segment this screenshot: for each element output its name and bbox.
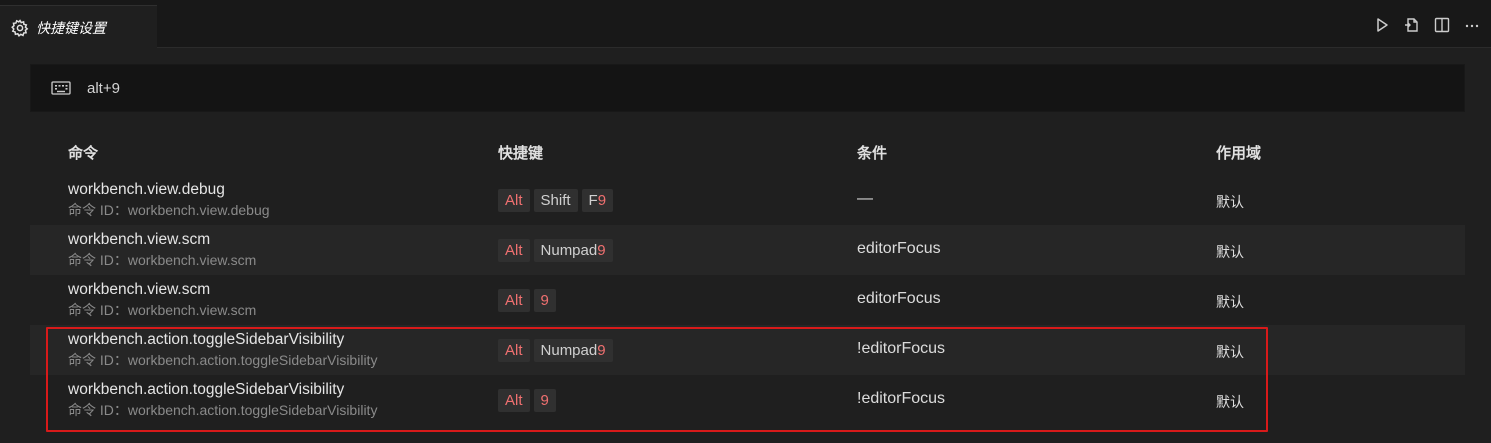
- command-cell: workbench.action.toggleSidebarVisibility…: [68, 380, 377, 420]
- column-header-keybinding[interactable]: 快捷键: [498, 142, 543, 163]
- more-icon[interactable]: [1461, 14, 1483, 36]
- tab-bar: 快捷键设置: [0, 0, 1491, 49]
- command-name: workbench.action.toggleSidebarVisibility: [68, 381, 345, 398]
- run-icon[interactable]: [1371, 14, 1393, 36]
- source-cell: 默认: [1216, 394, 1244, 410]
- command-id: 命令 ID：workbench.action.toggleSidebarVisi…: [68, 402, 378, 418]
- key-label: Alt: [498, 239, 530, 262]
- key-label: 9: [533, 389, 556, 412]
- command-id: 命令 ID：workbench.action.toggleSidebarVisi…: [68, 352, 378, 368]
- search-input[interactable]: [87, 79, 1387, 97]
- command-name: workbench.view.scm: [68, 231, 211, 248]
- table-row[interactable]: workbench.action.toggleSidebarVisibility…: [30, 375, 1465, 425]
- command-name: workbench.action.toggleSidebarVisibility: [68, 331, 345, 348]
- key-label: F9: [581, 189, 614, 212]
- keyboard-icon: [51, 80, 71, 96]
- command-id: 命令 ID：workbench.view.debug: [68, 202, 270, 218]
- table-header: 命令 快捷键 条件 作用域: [30, 130, 1465, 174]
- column-header-when[interactable]: 条件: [857, 142, 887, 163]
- keybinding-cell: Alt 9: [498, 389, 556, 412]
- command-cell: workbench.view.scm 命令 ID：workbench.view.s…: [68, 230, 256, 270]
- command-id: 命令 ID：workbench.view.scm: [68, 302, 257, 318]
- table-row[interactable]: workbench.view.debug 命令 ID：workbench.view…: [30, 175, 1465, 225]
- when-cell: editorFocus: [857, 290, 941, 307]
- key-label: Numpad9: [533, 339, 613, 362]
- table-row[interactable]: workbench.view.scm 命令 ID：workbench.view.s…: [30, 275, 1465, 325]
- keybindings-table: workbench.view.debug 命令 ID：workbench.view…: [30, 175, 1465, 425]
- editor-actions: [1371, 14, 1483, 36]
- split-editor-icon[interactable]: [1431, 14, 1453, 36]
- table-row[interactable]: workbench.action.toggleSidebarVisibility…: [30, 325, 1465, 375]
- source-cell: 默认: [1216, 194, 1244, 210]
- column-header-command[interactable]: 命令: [68, 142, 98, 163]
- key-label: Numpad9: [533, 239, 613, 262]
- tab-title: 快捷键设置: [36, 19, 106, 36]
- source-cell: 默认: [1216, 344, 1244, 360]
- command-cell: workbench.action.toggleSidebarVisibility…: [68, 330, 377, 370]
- command-cell: workbench.view.debug 命令 ID：workbench.view…: [68, 180, 270, 220]
- when-cell: !editorFocus: [857, 340, 946, 357]
- key-label: Alt: [498, 339, 530, 362]
- source-cell: 默认: [1216, 294, 1244, 310]
- keybinding-cell: Alt Shift F9: [498, 189, 614, 212]
- command-id: 命令 ID：workbench.view.scm: [68, 252, 257, 268]
- key-label: Alt: [498, 389, 530, 412]
- column-header-source[interactable]: 作用域: [1216, 142, 1261, 163]
- command-name: workbench.view.debug: [68, 181, 225, 198]
- keybinding-search-box: [30, 64, 1465, 112]
- key-label: Shift: [533, 189, 578, 212]
- tab-keyboard-shortcuts[interactable]: 快捷键设置: [0, 5, 157, 49]
- when-cell: —: [857, 190, 873, 207]
- open-json-icon[interactable]: [1401, 14, 1423, 36]
- keybinding-cell: Alt Numpad9: [498, 339, 613, 362]
- when-cell: !editorFocus: [857, 390, 946, 407]
- keybinding-cell: Alt Numpad9: [498, 239, 613, 262]
- key-label: Alt: [498, 289, 530, 312]
- keybinding-cell: Alt 9: [498, 289, 556, 312]
- command-cell: workbench.view.scm 命令 ID：workbench.view.s…: [68, 280, 256, 320]
- table-row[interactable]: workbench.view.scm 命令 ID：workbench.view.s…: [30, 225, 1465, 275]
- command-name: workbench.view.scm: [68, 281, 211, 298]
- when-cell: editorFocus: [857, 240, 941, 257]
- source-cell: 默认: [1216, 244, 1244, 260]
- key-label: 9: [533, 289, 556, 312]
- key-label: Alt: [498, 189, 530, 212]
- gear-icon: [10, 18, 30, 38]
